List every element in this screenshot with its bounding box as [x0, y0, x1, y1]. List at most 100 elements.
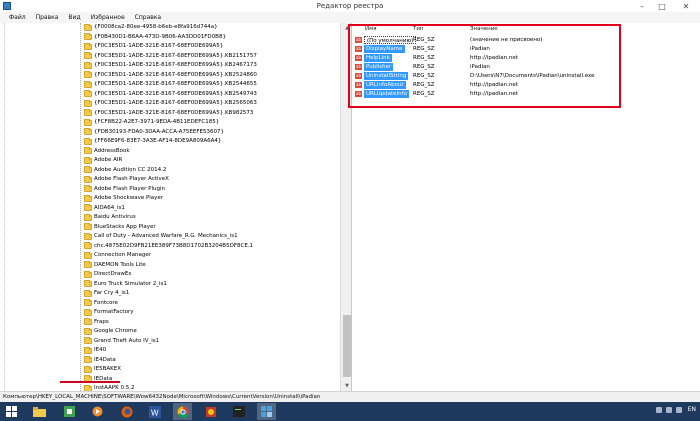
value-name: (По умолчанию) — [364, 35, 417, 44]
tree-item-label: AddressBook — [94, 147, 130, 154]
tree-item[interactable]: {F0C3E5D1-1ADE-321E-8167-68EF0DE699A5}.K… — [0, 52, 340, 62]
tree-item[interactable]: Baidu Antivirus — [0, 213, 340, 223]
tree-item[interactable]: {FF66E9F6-83E7-3A3E-AF14-8DE9A809A6A4} — [0, 137, 340, 147]
folder-icon — [84, 128, 92, 135]
tree-item[interactable]: {F0008ca2-80ee-4958-b6eb-e8fa916d744a} — [0, 23, 340, 33]
value-type: REG_SZ — [413, 36, 435, 43]
menu-file[interactable]: Файл — [4, 12, 31, 23]
taskbar-media[interactable] — [88, 403, 107, 420]
value-data: http://ipadian.net — [470, 54, 518, 61]
tree-item[interactable]: FormatFactory — [0, 308, 340, 318]
tree-item[interactable]: {F0B430D1-B6AA-473D-9B06-AA3DD01FD0B8} — [0, 33, 340, 43]
tree-item[interactable]: Call of Duty - Advanced Warfare_R.G. Mec… — [0, 232, 340, 242]
tree-item[interactable]: Adobe Flash Player Plugin — [0, 185, 340, 195]
scroll-thumb[interactable] — [343, 315, 351, 377]
tree-item[interactable]: Google Chrome — [0, 327, 340, 337]
tree-item[interactable]: {F0C3E5D1-1ADE-321E-8167-68EF0DE699A5}.K… — [0, 80, 340, 90]
tree-item[interactable]: {F0C3E5D1-1ADE-321E-8167-68EF0DE699A5}.K… — [0, 90, 340, 100]
tray-icon[interactable] — [656, 407, 662, 413]
scroll-up-icon[interactable]: ▲ — [341, 23, 351, 33]
tree-item[interactable]: Fraps — [0, 318, 340, 328]
tree-item[interactable]: IE40 — [0, 346, 340, 356]
menu-edit[interactable]: Правка — [31, 12, 64, 23]
value-row[interactable]: ab DisplayName REG_SZ iPadian — [353, 44, 700, 53]
menu-favorites[interactable]: Избранное — [86, 12, 130, 23]
tree-item-label: {F0008ca2-80ee-4958-b6eb-e8fa916d744a} — [94, 24, 218, 30]
folder-icon — [84, 308, 92, 316]
start-button[interactable] — [2, 403, 21, 420]
language-indicator[interactable]: EN — [688, 406, 696, 413]
value-name: URLInfoAbout — [364, 80, 406, 89]
media-icon — [92, 406, 103, 417]
taskbar-regedit[interactable] — [257, 403, 276, 420]
tree-item[interactable]: AddressBook — [0, 147, 340, 157]
tree-item[interactable]: Adobe Audition CC 2014.2 — [0, 166, 340, 176]
column-name[interactable]: Имя — [365, 26, 377, 32]
folder-icon — [84, 99, 92, 107]
scroll-down-icon[interactable]: ▼ — [341, 381, 351, 391]
menu-view[interactable]: Вид — [63, 12, 85, 23]
tree-item[interactable]: IE5BAKEX — [0, 365, 340, 375]
value-row[interactable]: ab URLUpdateInfo REG_SZ http://ipadian.net — [353, 89, 700, 98]
values-pane[interactable]: Имя Тип Значение ab (По умолчанию) REG_SZ(… — [353, 23, 700, 391]
status-path: Компьютер\HKEY_LOCAL_MACHINE\SOFTWARE\Wo… — [3, 394, 321, 400]
taskbar-terminal[interactable] — [229, 403, 248, 420]
value-row[interactable]: ab (По умолчанию) REG_SZ (значение не присв… — [353, 35, 700, 44]
taskbar-chrome[interactable] — [173, 403, 192, 420]
tree-item[interactable]: IE4Data — [0, 356, 340, 366]
taskbar-store[interactable] — [60, 403, 79, 420]
tree-item[interactable]: Far Cry 4_is1 — [0, 289, 340, 299]
taskbar-app[interactable] — [201, 403, 220, 420]
tree-item-label: {F0C3E5D1-1ADE-321E-8167-68EF0DE699A5}.K… — [94, 52, 257, 59]
menu-bar: Файл Правка Вид Избранное Справка — [0, 12, 700, 23]
tree-item[interactable]: Adobe Flash Player ActiveX — [0, 175, 340, 185]
terminal-icon — [232, 406, 245, 417]
tree-item[interactable]: InstAAPK 0.5.2 — [0, 384, 340, 391]
taskbar-firefox[interactable] — [117, 403, 136, 420]
tree-item[interactable]: Fontcore — [0, 299, 340, 309]
close-button[interactable]: ✕ — [672, 0, 700, 12]
tray-icon[interactable] — [676, 407, 682, 413]
value-row[interactable]: ab HelpLink REG_SZ http://ipadian.net — [353, 53, 700, 62]
tray-icon[interactable] — [666, 407, 672, 413]
tree-item-label: IE5BAKEX — [94, 366, 121, 372]
window-controls: – □ ✕ — [632, 0, 700, 12]
string-value-icon: ab — [355, 45, 362, 52]
tree-item[interactable]: BlueStacks App Player — [0, 223, 340, 233]
value-row[interactable]: ab URLInfoAbout REG_SZ http://ipadian.net — [353, 80, 700, 89]
tree-item[interactable]: chc.4875E02D9FB21EE389F73B8D1702B3204B5D… — [0, 242, 340, 252]
tree-item[interactable]: {F0C3E5D1-1ADE-321E-8167-68EF0DE699A5}.K… — [0, 99, 340, 109]
tree-item[interactable]: {FDB30193-FDA0-3DAA-ACCA-A75EEFE53607} — [0, 128, 340, 138]
tree-item-label: Fontcore — [94, 299, 118, 306]
tree-item[interactable]: Adobe AIR — [0, 156, 340, 166]
tree-item[interactable]: IEData — [0, 375, 340, 385]
minimize-button[interactable]: – — [632, 0, 652, 12]
taskbar-explorer[interactable] — [30, 403, 49, 420]
tree-item[interactable]: DAEMON Tools Lite — [0, 261, 340, 271]
tree-item[interactable]: DirectDrawEx — [0, 270, 340, 280]
column-type[interactable]: Тип — [413, 26, 424, 32]
value-row[interactable]: ab Publisher REG_SZ iPadian — [353, 62, 700, 71]
tree-item[interactable]: Connection Manager — [0, 251, 340, 261]
tree-item[interactable]: Grand Theft Auto IV_is1 — [0, 337, 340, 347]
tree-item[interactable]: AIDA64_is1 — [0, 204, 340, 214]
maximize-button[interactable]: □ — [652, 0, 672, 12]
tree-item[interactable]: Adobe Shockwave Player — [0, 194, 340, 204]
tree-item[interactable]: Euro Truck Simulator 2_is1 — [0, 280, 340, 290]
tree-item[interactable]: {F0C3E5D1-1ADE-321E-8167-68EF0DE699A5}.K… — [0, 109, 340, 119]
tree-item[interactable]: {F0C3E5D1-1ADE-321E-8167-68EF0DE699A5} — [0, 42, 340, 52]
string-value-icon: ab — [355, 36, 362, 43]
tree-item[interactable]: {FCF8B22-A2E7-3971-9EDA-4B11EDEFC185} — [0, 118, 340, 128]
value-row[interactable]: ab UninstallString REG_SZ D:\Users\N7\Docum… — [353, 71, 700, 80]
column-data[interactable]: Значение — [470, 26, 498, 32]
folder-icon — [84, 118, 92, 126]
selection-underline-annotation — [60, 381, 120, 383]
taskbar-word[interactable]: W — [145, 403, 164, 420]
registry-tree[interactable]: {F0008ca2-80ee-4958-b6eb-e8fa916d744a} {F… — [0, 23, 352, 391]
menu-help[interactable]: Справка — [130, 12, 166, 23]
tree-item[interactable]: {F0C3E5D1-1ADE-321E-8167-68EF0DE699A5}.K… — [0, 71, 340, 81]
tree-item-label: {F0C3E5D1-1ADE-321E-8167-68EF0DE699A5}.K… — [94, 81, 257, 87]
tree-scrollbar[interactable]: ▲ ▼ — [340, 23, 351, 391]
folder-icon — [84, 346, 92, 354]
tree-item[interactable]: {F0C3E5D1-1ADE-321E-8167-68EF0DE699A5}.K… — [0, 61, 340, 71]
